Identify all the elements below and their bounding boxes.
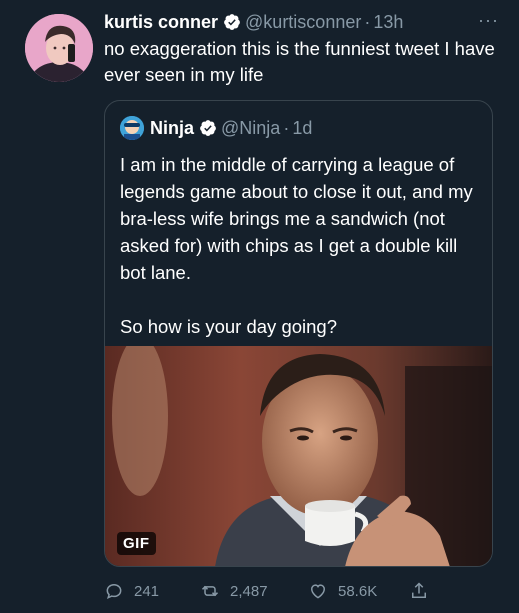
ninja-avatar-icon: [120, 116, 144, 140]
more-options-icon[interactable]: ···: [478, 10, 499, 31]
retweet-button[interactable]: 2,487: [200, 578, 268, 604]
verified-badge-icon: [224, 14, 240, 30]
quoted-author-handle[interactable]: @Ninja: [221, 118, 280, 139]
quoted-text-paragraph-2: So how is your day going?: [120, 316, 337, 337]
heart-icon: [310, 584, 326, 599]
separator-dot: ·: [364, 11, 371, 32]
share-icon: [412, 582, 426, 598]
reply-button[interactable]: 241: [104, 578, 159, 604]
quoted-tweet-header: Ninja @Ninja · 1d: [120, 116, 312, 140]
retweet-icon: [201, 585, 219, 597]
verified-badge-icon: [200, 120, 216, 136]
like-count: 58.6K: [338, 582, 378, 600]
author-avatar[interactable]: [25, 14, 93, 82]
quoted-tweet[interactable]: Ninja @Ninja · 1d I am in the middle of …: [104, 100, 493, 567]
tweet-actions: 241 2,487 58.6K: [104, 578, 434, 604]
avatar-photo-icon: [25, 14, 93, 82]
author-name[interactable]: kurtis conner: [104, 12, 218, 33]
author-handle[interactable]: @kurtisconner: [245, 12, 361, 33]
tweet-timestamp[interactable]: 13h: [373, 12, 403, 33]
retweet-count: 2,487: [230, 582, 268, 600]
tweet[interactable]: kurtis conner @kurtisconner · 13h ··· no…: [0, 0, 519, 613]
gif-man-sipping-espresso-icon: [105, 346, 492, 566]
quoted-author-name[interactable]: Ninja: [150, 118, 194, 139]
quoted-author-avatar[interactable]: [120, 116, 144, 140]
tweet-header: kurtis conner @kurtisconner · 13h ···: [104, 10, 503, 34]
share-button[interactable]: [409, 578, 439, 604]
gif-media[interactable]: GIF: [105, 346, 492, 566]
quoted-timestamp[interactable]: 1d: [292, 118, 312, 139]
like-button[interactable]: 58.6K: [308, 578, 377, 604]
tweet-text: no exaggeration this is the funniest twe…: [104, 38, 495, 85]
gif-badge: GIF: [117, 532, 156, 555]
quoted-tweet-text: I am in the middle of carrying a league …: [120, 151, 480, 340]
reply-icon: [106, 583, 122, 600]
separator-dot: ·: [283, 117, 290, 138]
reply-count: 241: [134, 582, 160, 600]
quoted-text-paragraph-1: I am in the middle of carrying a league …: [120, 154, 473, 283]
